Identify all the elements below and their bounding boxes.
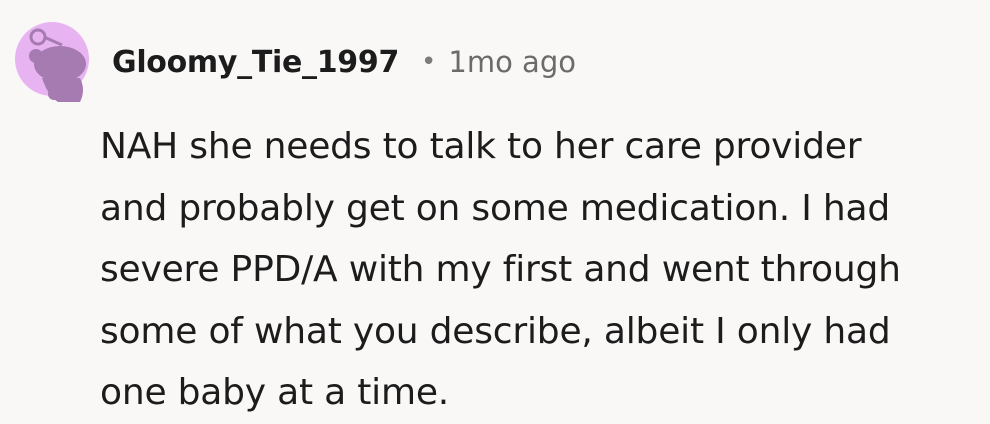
comment-body-line: and probably get on some medication. I h… — [100, 187, 891, 229]
comment-author[interactable]: Gloomy_Tie_1997 — [112, 45, 399, 80]
comment-header: Gloomy_Tie_1997 • 1mo ago — [112, 40, 576, 84]
meta-separator: • — [421, 47, 437, 77]
comment-body-line: NAH she needs to talk to her care provid… — [100, 126, 862, 167]
comment-body-line: some of what you describe, albeit I only… — [100, 310, 891, 352]
comment-body: NAH she needs to talk to her care provid… — [100, 116, 980, 424]
comment-body-line: one baby at a time. — [100, 372, 450, 413]
reddit-snoo-avatar-icon — [15, 22, 89, 102]
comment-body-line: severe PPD/A with my first and went thro… — [100, 249, 901, 290]
comment: Gloomy_Tie_1997 • 1mo ago NAH she needs … — [0, 0, 990, 424]
comment-timestamp[interactable]: 1mo ago — [448, 45, 576, 79]
user-avatar[interactable] — [14, 12, 90, 106]
